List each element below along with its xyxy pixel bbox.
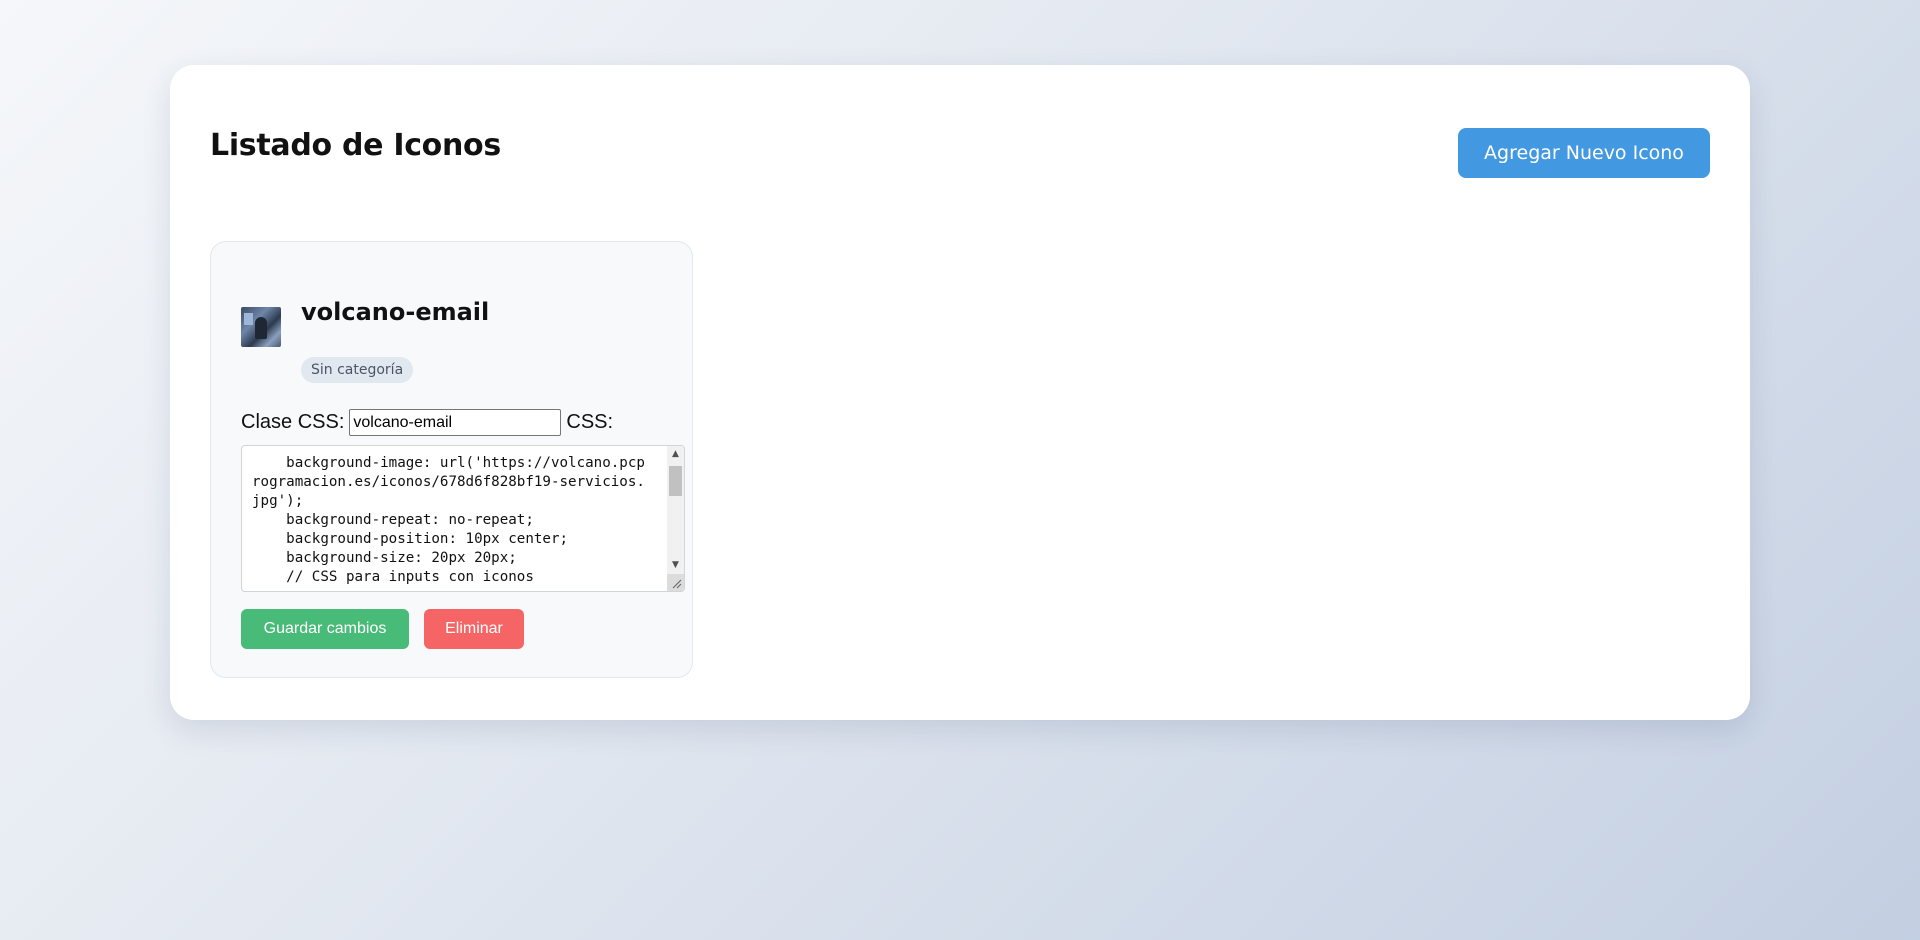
category-badge: Sin categoría	[301, 357, 414, 383]
css-label: CSS:	[566, 411, 614, 433]
save-changes-button[interactable]: Guardar cambios	[241, 609, 409, 649]
css-code-text[interactable]: background-image: url('https://volcano.p…	[252, 454, 652, 587]
css-class-label: Clase CSS:	[241, 411, 345, 433]
icon-card: volcano-email Sin categoría Clase CSS: C…	[210, 241, 693, 678]
icon-list-panel: Listado de Iconos Agregar Nuevo Icono vo…	[170, 65, 1750, 720]
page-title: Listado de Iconos	[210, 128, 501, 163]
icon-thumbnail-image	[241, 307, 281, 347]
css-code-textarea[interactable]: background-image: url('https://volcano.p…	[241, 445, 685, 592]
add-new-icon-button[interactable]: Agregar Nuevo Icono	[1458, 128, 1710, 178]
scroll-down-arrow-icon[interactable]: ▼	[667, 557, 684, 574]
resize-handle-icon[interactable]	[667, 574, 684, 591]
icon-name: volcano-email	[301, 298, 490, 326]
scroll-up-arrow-icon[interactable]: ▲	[667, 446, 684, 463]
css-class-input[interactable]	[349, 409, 562, 436]
textarea-scrollbar[interactable]: ▲ ▼	[667, 446, 684, 591]
scroll-thumb[interactable]	[669, 466, 682, 496]
delete-button[interactable]: Eliminar	[424, 609, 524, 649]
css-class-row: Clase CSS: CSS:	[241, 409, 613, 436]
